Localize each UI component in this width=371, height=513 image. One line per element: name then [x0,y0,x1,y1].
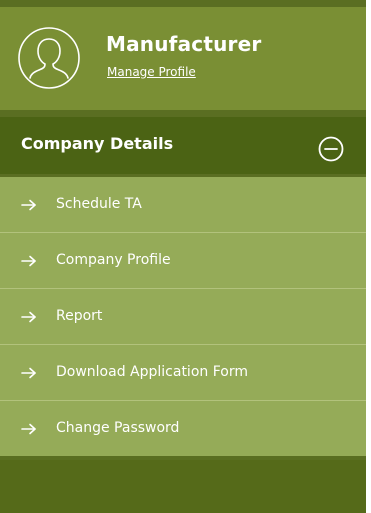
menu-item-change-password[interactable]: Change Password [0,401,366,456]
company-details-menu: Schedule TA Company Profile Report Downl… [0,177,366,456]
menu-item-label: Download Application Form [56,364,248,380]
user-outline-icon [18,27,80,89]
profile-panel: Manufacturer Manage Profile [0,7,366,110]
section-title: Company Details [21,134,174,153]
arrow-right-icon [21,423,36,435]
company-details-header[interactable]: Company Details [0,117,366,174]
arrow-right-icon [21,199,36,211]
manage-profile-link[interactable]: Manage Profile [107,65,196,79]
arrow-right-icon [21,311,36,323]
menu-item-label: Company Profile [56,252,171,268]
menu-item-company-profile[interactable]: Company Profile [0,233,366,289]
arrow-right-icon [21,255,36,267]
menu-item-report[interactable]: Report [0,289,366,345]
menu-item-download-application-form[interactable]: Download Application Form [0,345,366,401]
minus-circle-icon[interactable] [318,136,344,162]
menu-item-label: Schedule TA [56,196,142,212]
menu-item-label: Report [56,308,103,324]
sidebar: Manufacturer Manage Profile Company Deta… [0,0,366,513]
arrow-right-icon [21,367,36,379]
sidebar-footer [0,460,366,513]
menu-item-label: Change Password [56,420,180,436]
menu-item-schedule-ta[interactable]: Schedule TA [0,177,366,233]
profile-name: Manufacturer [106,32,262,56]
